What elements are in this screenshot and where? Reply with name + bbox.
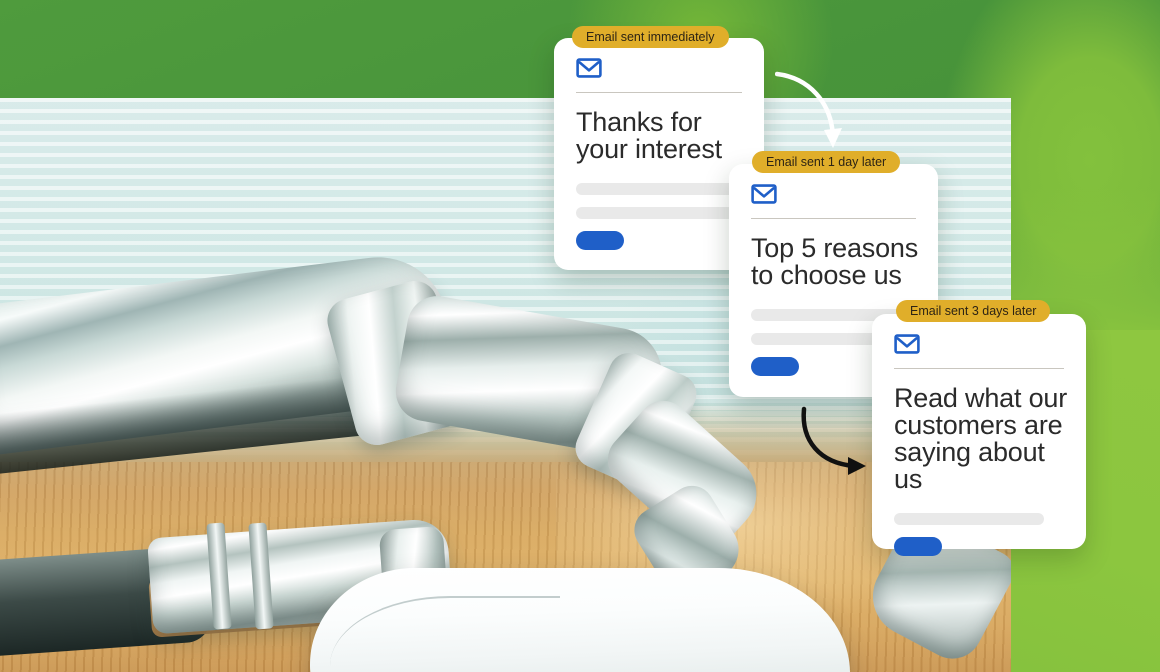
email-card-title: Read what our customers are saying about… xyxy=(894,383,1068,494)
placeholder-bar xyxy=(894,513,1044,525)
arrow-card1-to-card2 xyxy=(775,71,842,148)
cta-button[interactable] xyxy=(751,357,799,376)
envelope-icon xyxy=(894,334,920,354)
badge-email-timing-3: Email sent 3 days later xyxy=(896,300,1051,322)
envelope-icon xyxy=(751,184,777,204)
email-card-title: Top 5 reasons to choose us xyxy=(751,233,919,290)
arrow-card2-to-card3 xyxy=(801,406,866,475)
cta-button[interactable] xyxy=(576,231,624,250)
card-divider xyxy=(894,368,1064,369)
placeholder-bar xyxy=(576,183,752,195)
placeholder-bars xyxy=(894,513,1064,525)
cta-button[interactable] xyxy=(894,537,942,556)
email-card-title: Thanks for your interest xyxy=(576,107,722,164)
placeholder-bar xyxy=(576,207,734,219)
card-divider xyxy=(576,92,742,93)
background-lime-fade xyxy=(1011,0,1160,340)
placeholder-bars xyxy=(576,183,752,219)
badge-email-timing-1: Email sent immediately xyxy=(572,26,729,48)
badge-email-timing-2: Email sent 1 day later xyxy=(752,151,901,173)
card-divider xyxy=(751,218,916,219)
email-card-3[interactable]: Read what our customers are saying about… xyxy=(872,314,1086,556)
envelope-icon xyxy=(576,58,602,78)
